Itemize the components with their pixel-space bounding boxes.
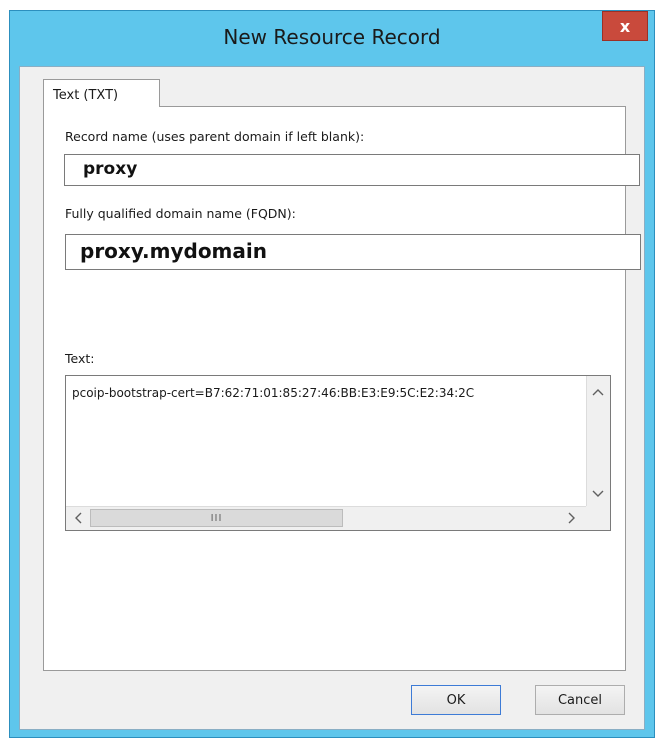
chevron-left-icon[interactable] [68, 508, 88, 528]
close-button[interactable]: x [602, 11, 648, 41]
fqdn-value: proxy.mydomain [80, 239, 267, 263]
chevron-right-icon[interactable] [562, 508, 582, 528]
thumb-grip: III [210, 512, 223, 524]
record-name-label: Record name (uses parent domain if left … [65, 129, 365, 144]
horizontal-scrollbar[interactable]: III [66, 506, 586, 530]
text-area-value: pcoip-bootstrap-cert=B7:62:71:01:85:27:4… [72, 386, 475, 400]
ok-button[interactable]: OK [411, 685, 501, 715]
scroll-corner [586, 506, 610, 530]
text-label: Text: [65, 351, 95, 366]
dialog-window: New Resource Record x Text (TXT) Record … [9, 10, 655, 738]
title-bar[interactable]: New Resource Record x [10, 11, 654, 66]
vertical-scrollbar[interactable] [586, 376, 610, 506]
fqdn-field: proxy.mydomain [65, 234, 641, 270]
scrollbar-thumb[interactable]: III [90, 509, 343, 527]
chevron-down-icon[interactable] [588, 484, 608, 504]
record-name-value: proxy [83, 159, 138, 179]
dialog-client-area: Text (TXT) Record name (uses parent doma… [19, 66, 645, 730]
tab-text-txt[interactable]: Text (TXT) [43, 79, 160, 107]
chevron-up-icon[interactable] [588, 382, 608, 402]
tab-panel: Record name (uses parent domain if left … [43, 106, 641, 671]
fqdn-label: Fully qualified domain name (FQDN): [65, 206, 296, 221]
close-icon: x [619, 16, 631, 36]
window-title: New Resource Record [223, 25, 441, 49]
record-name-input[interactable]: proxy [64, 154, 640, 186]
text-area[interactable]: pcoip-bootstrap-cert=B7:62:71:01:85:27:4… [65, 375, 611, 531]
cancel-button[interactable]: Cancel [535, 685, 625, 715]
